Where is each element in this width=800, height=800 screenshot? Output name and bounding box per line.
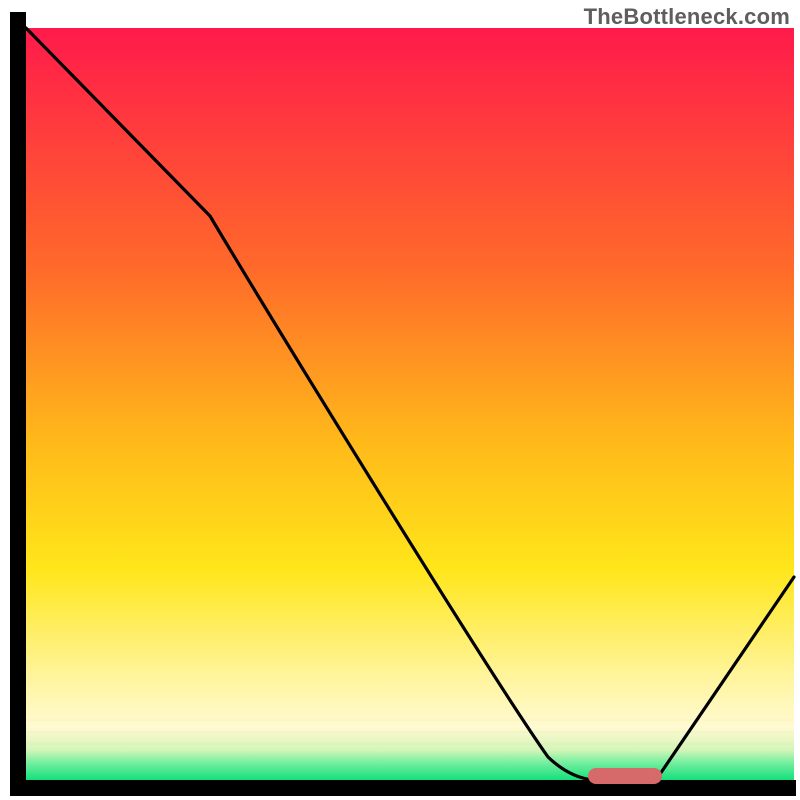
x-axis (10, 780, 796, 796)
bottleneck-chart (0, 0, 800, 800)
chart-stage: TheBottleneck.com (0, 0, 800, 800)
y-axis (10, 12, 26, 792)
watermark-text: TheBottleneck.com (584, 4, 790, 30)
optimum-marker (588, 768, 662, 784)
plot-gradient-fill (26, 28, 794, 780)
